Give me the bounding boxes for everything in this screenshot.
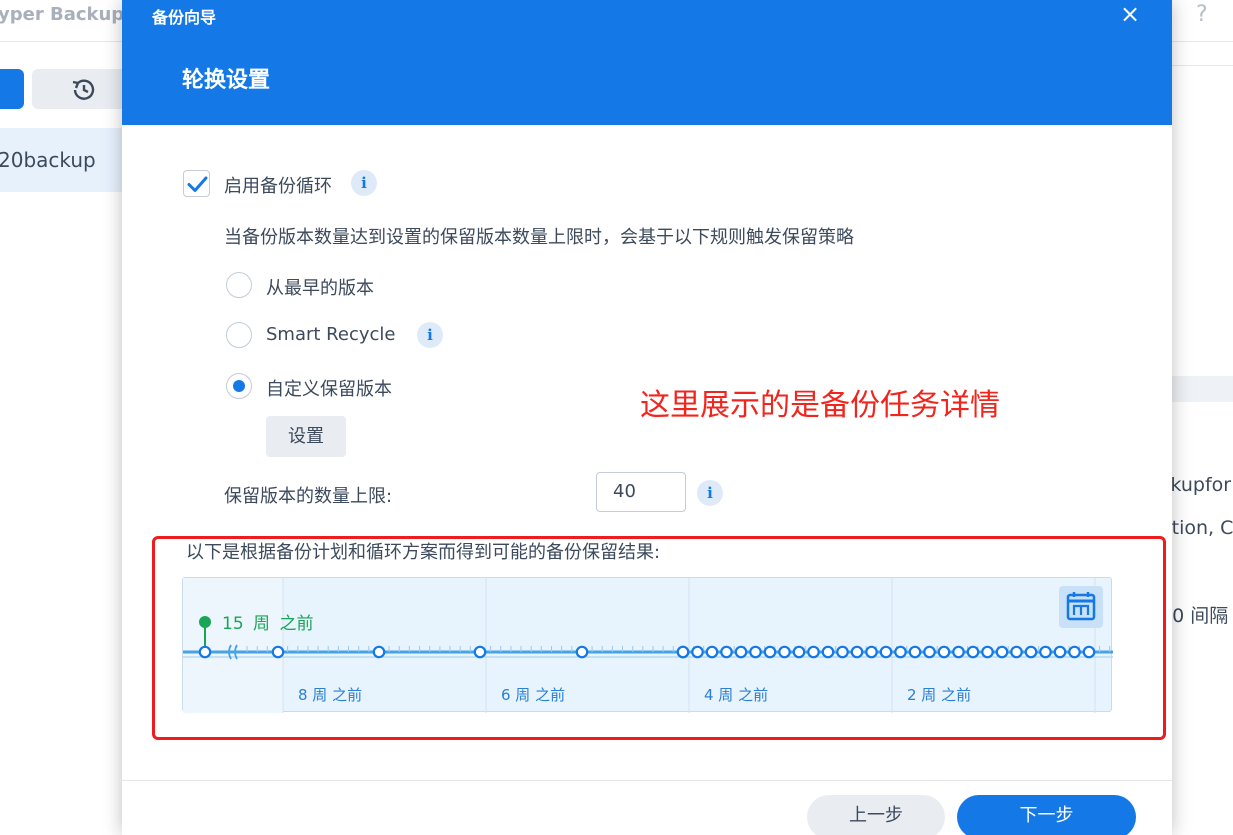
divider	[1172, 65, 1233, 66]
dialog-header: 备份向导 × 轮换设置	[122, 0, 1172, 125]
wizard-title: 备份向导	[152, 8, 217, 27]
footer-divider	[122, 780, 1172, 781]
rotation-description: 当备份版本数量达到设置的保留版本数量上限时，会基于以下规则触发保留策略	[224, 227, 854, 248]
checkmark-icon	[187, 176, 208, 192]
section-band	[1172, 376, 1233, 402]
annotation-highlight-box	[152, 536, 1166, 740]
enable-rotation-label: 启用备份循环	[224, 176, 332, 197]
radio-smart-recycle[interactable]	[226, 322, 252, 348]
previous-button[interactable]: 上一步	[807, 795, 945, 835]
app-title: yper Backup	[0, 4, 125, 25]
next-button[interactable]: 下一步	[957, 795, 1136, 835]
enable-rotation-checkbox[interactable]	[183, 170, 210, 197]
option-custom-retention-label: 自定义保留版本	[266, 379, 392, 400]
info-icon[interactable]: i	[351, 170, 377, 196]
info-icon[interactable]: i	[417, 322, 443, 348]
close-icon[interactable]: ×	[1118, 0, 1142, 28]
history-icon	[72, 79, 95, 100]
help-icon[interactable]: ?	[1196, 2, 1208, 27]
task-name: 20backup	[0, 148, 96, 172]
annotation-text: 这里展示的是备份任务详情	[640, 388, 1000, 423]
radio-oldest-version[interactable]	[226, 272, 252, 298]
step-title: 轮换设置	[182, 68, 271, 93]
backup-wizard-dialog: 备份向导 × 轮换设置 启用备份循环 i 当备份版本数量达到设置的保留版本数量上…	[122, 0, 1172, 835]
max-versions-label: 保留版本的数量上限:	[224, 486, 393, 507]
radio-custom-retention[interactable]	[226, 373, 252, 399]
settings-button[interactable]: 设置	[266, 416, 346, 457]
info-icon[interactable]: i	[697, 480, 723, 506]
create-button[interactable]	[0, 69, 24, 109]
option-smart-recycle-label: Smart Recycle	[266, 324, 396, 345]
option-oldest-version-label: 从最早的版本	[266, 278, 374, 299]
max-versions-input[interactable]: 40	[596, 472, 686, 512]
